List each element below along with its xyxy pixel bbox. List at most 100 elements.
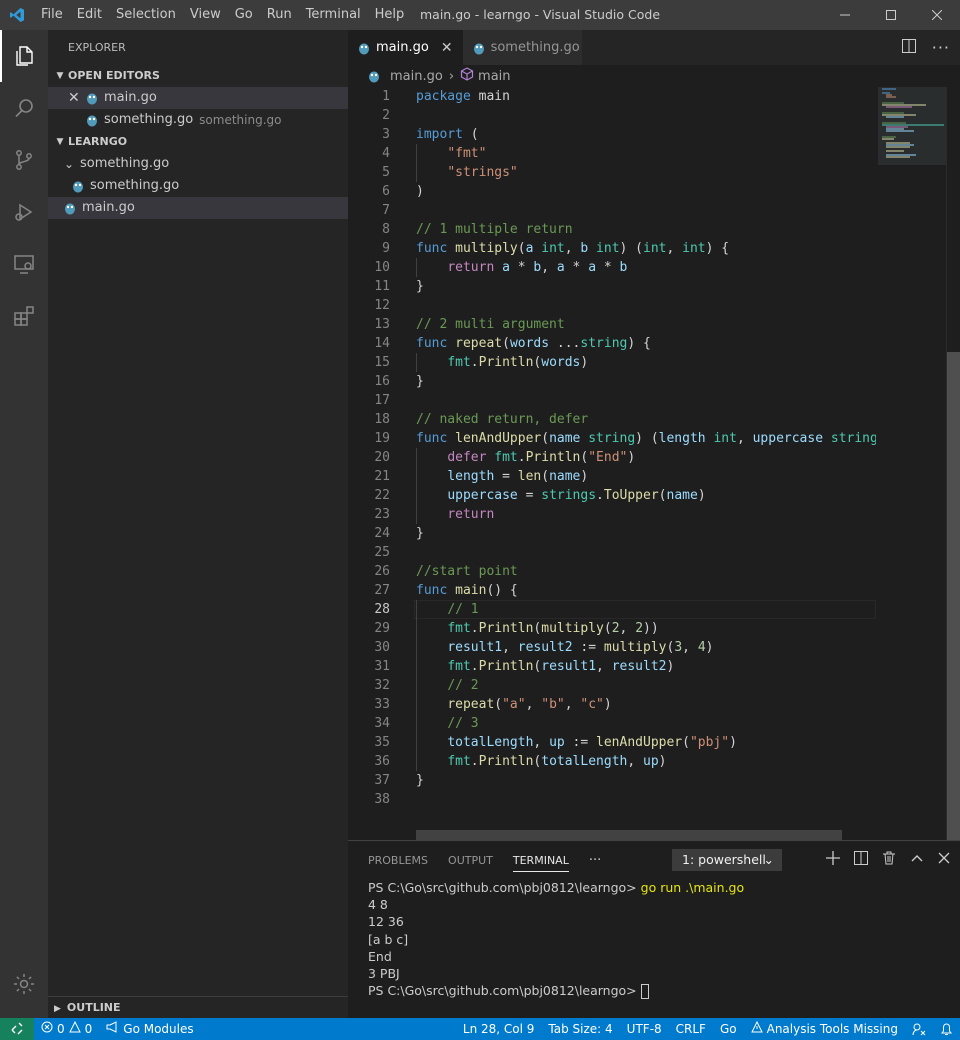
feedback-icon[interactable] bbox=[905, 1022, 933, 1036]
code-line[interactable]: 30 result1, result2 := multiply(3, 4) bbox=[348, 638, 876, 657]
problems-status[interactable]: 0 0 bbox=[34, 1018, 99, 1040]
terminal-output[interactable]: PS C:\Go\src\github.com\pbj0812\learngo>… bbox=[368, 879, 744, 1000]
minimap[interactable] bbox=[876, 87, 946, 840]
line-ending[interactable]: CRLF bbox=[669, 1018, 713, 1040]
code-line[interactable]: 29 fmt.Println(multiply(2, 2)) bbox=[348, 619, 876, 638]
file-item-something[interactable]: something.go bbox=[48, 175, 348, 197]
code-line[interactable]: 6) bbox=[348, 182, 876, 201]
close-icon[interactable]: ✕ bbox=[68, 87, 84, 109]
tab-problems[interactable]: PROBLEMS bbox=[368, 854, 428, 867]
tab-terminal[interactable]: TERMINAL bbox=[512, 854, 569, 872]
code-line[interactable]: 9 func multiply(a int, b int) (int, int) … bbox=[348, 239, 876, 258]
code-line[interactable]: 11} bbox=[348, 277, 876, 296]
open-editor-item-something[interactable]: something.go something.go bbox=[48, 109, 348, 131]
breadcrumb-symbol[interactable]: main bbox=[478, 69, 510, 84]
remote-icon[interactable] bbox=[0, 1018, 34, 1040]
maximize-button[interactable] bbox=[868, 0, 914, 30]
more-actions-icon[interactable]: ··· bbox=[932, 38, 950, 57]
code-line[interactable]: 8 // 1 multiple return bbox=[348, 220, 876, 239]
split-terminal-icon[interactable] bbox=[854, 851, 868, 869]
code-line[interactable]: 21 length = len(name) bbox=[348, 467, 876, 486]
code-line[interactable]: 28 // 1 bbox=[348, 600, 876, 619]
code-editor[interactable]: 1 package main 2 3 import (4 "fmt" 5 "strings… bbox=[348, 87, 876, 840]
code-line[interactable]: 18 // naked return, defer bbox=[348, 410, 876, 429]
menu-view[interactable]: View bbox=[183, 0, 228, 30]
menu-terminal[interactable]: Terminal bbox=[299, 0, 368, 30]
code-line[interactable]: 19 func lenAndUpper(name string) (length … bbox=[348, 429, 876, 448]
code-line[interactable]: 31 fmt.Println(result1, result2) bbox=[348, 657, 876, 676]
menu-go[interactable]: Go bbox=[228, 0, 260, 30]
tab-something-go[interactable]: something.go bbox=[462, 30, 583, 65]
code-line[interactable]: 25 bbox=[348, 543, 876, 562]
breadcrumb-file[interactable]: main.go bbox=[390, 69, 443, 84]
extensions-icon[interactable] bbox=[0, 290, 48, 342]
code-line[interactable]: 33 repeat("a", "b", "c") bbox=[348, 695, 876, 714]
trash-icon[interactable] bbox=[882, 851, 896, 869]
code-line[interactable]: 15 fmt.Println(words) bbox=[348, 353, 876, 372]
menu-selection[interactable]: Selection bbox=[109, 0, 183, 30]
code-line[interactable]: 38 bbox=[348, 790, 876, 809]
close-panel-icon[interactable] bbox=[938, 852, 950, 868]
code-line[interactable]: 23 return bbox=[348, 505, 876, 524]
tab-output[interactable]: OUTPUT bbox=[448, 854, 493, 867]
code-line[interactable]: 1 package main bbox=[348, 87, 876, 106]
chevron-up-icon[interactable] bbox=[910, 851, 924, 869]
code-line[interactable]: 34 // 3 bbox=[348, 714, 876, 733]
code-line[interactable]: 17 bbox=[348, 391, 876, 410]
open-editor-item-main[interactable]: ✕ main.go bbox=[48, 87, 348, 109]
run-debug-icon[interactable] bbox=[0, 186, 48, 238]
code-line[interactable]: 2 bbox=[348, 106, 876, 125]
settings-gear-icon[interactable] bbox=[0, 958, 48, 1010]
language-mode[interactable]: Go bbox=[713, 1018, 744, 1040]
code-line[interactable]: 35 totalLength, up := lenAndUpper("pbj") bbox=[348, 733, 876, 752]
remote-explorer-icon[interactable] bbox=[0, 238, 48, 290]
editor-vertical-scrollbar[interactable] bbox=[946, 87, 960, 840]
code-line[interactable]: 14 func repeat(words ...string) { bbox=[348, 334, 876, 353]
code-line[interactable]: 4 "fmt" bbox=[348, 144, 876, 163]
encoding[interactable]: UTF-8 bbox=[620, 1018, 669, 1040]
line-number: 16 bbox=[374, 374, 390, 389]
menu-file[interactable]: File bbox=[34, 0, 70, 30]
close-icon[interactable]: ✕ bbox=[441, 40, 453, 56]
split-editor-icon[interactable] bbox=[901, 38, 916, 57]
code-line[interactable]: 16} bbox=[348, 372, 876, 391]
code-line[interactable]: 13 // 2 multi argument bbox=[348, 315, 876, 334]
code-line[interactable]: 22 uppercase = strings.ToUpper(name) bbox=[348, 486, 876, 505]
code-line[interactable]: 5 "strings" bbox=[348, 163, 876, 182]
tab-size[interactable]: Tab Size: 4 bbox=[541, 1018, 619, 1040]
file-item-main[interactable]: main.go bbox=[48, 197, 348, 219]
code-line[interactable]: 7 bbox=[348, 201, 876, 220]
code-line[interactable]: 3 import ( bbox=[348, 125, 876, 144]
open-editors-header[interactable]: ▼ OPEN EDITORS bbox=[48, 65, 348, 87]
editor-horizontal-scrollbar[interactable] bbox=[416, 830, 842, 840]
outline-header[interactable]: ▶ OUTLINE bbox=[48, 996, 348, 1018]
code-line[interactable]: 37} bbox=[348, 771, 876, 790]
tab-main-go[interactable]: main.go ✕ bbox=[348, 30, 463, 65]
search-icon[interactable] bbox=[0, 82, 48, 134]
menu-edit[interactable]: Edit bbox=[70, 0, 109, 30]
cursor-position[interactable]: Ln 28, Col 9 bbox=[456, 1018, 542, 1040]
code-line[interactable]: 24} bbox=[348, 524, 876, 543]
workspace-header[interactable]: ▼ LEARNGO bbox=[48, 131, 348, 153]
explorer-icon[interactable] bbox=[0, 30, 48, 82]
panel-more-icon[interactable]: ··· bbox=[589, 853, 601, 868]
line-number: 7 bbox=[382, 203, 390, 218]
source-control-icon[interactable] bbox=[0, 134, 48, 186]
terminal-select-dropdown[interactable]: 1: powershell ⌄ bbox=[672, 849, 782, 871]
code-line[interactable]: 36 fmt.Println(totalLength, up) bbox=[348, 752, 876, 771]
code-line[interactable]: 20 defer fmt.Println("End") bbox=[348, 448, 876, 467]
folder-item[interactable]: ⌄ something.go bbox=[48, 153, 348, 175]
analysis-tools-status[interactable]: Analysis Tools Missing bbox=[744, 1018, 905, 1040]
notifications-bell-icon[interactable] bbox=[933, 1022, 960, 1036]
close-window-button[interactable] bbox=[914, 0, 960, 30]
code-line[interactable]: 27 func main() { bbox=[348, 581, 876, 600]
menu-run[interactable]: Run bbox=[260, 0, 299, 30]
code-text: length = len(name) bbox=[447, 469, 589, 484]
code-line[interactable]: 12 bbox=[348, 296, 876, 315]
code-line[interactable]: 10 return a * b, a * a * b bbox=[348, 258, 876, 277]
new-terminal-icon[interactable] bbox=[826, 851, 840, 869]
minimize-button[interactable] bbox=[822, 0, 868, 30]
go-modules-status[interactable]: Go Modules bbox=[99, 1018, 200, 1040]
code-line[interactable]: 32 // 2 bbox=[348, 676, 876, 695]
code-line[interactable]: 26 //start point bbox=[348, 562, 876, 581]
